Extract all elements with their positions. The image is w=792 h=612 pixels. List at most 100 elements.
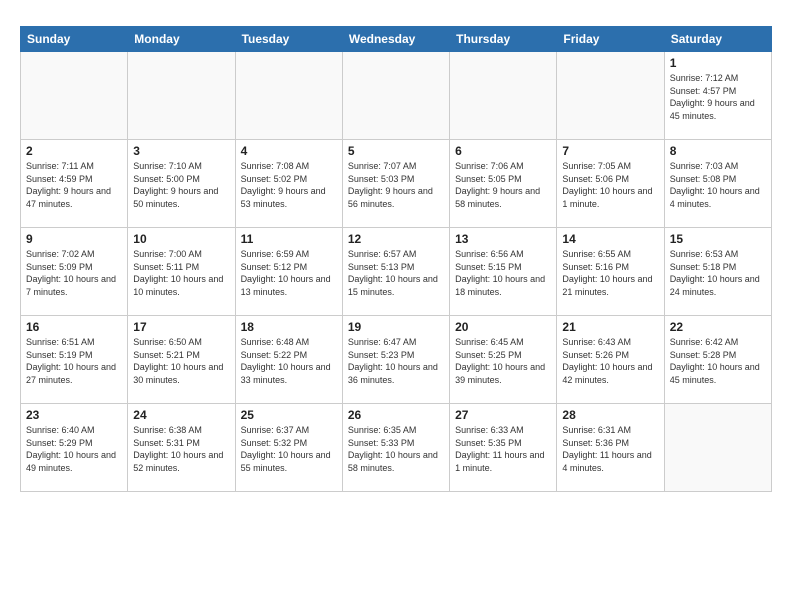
day-info: Sunrise: 6:37 AM Sunset: 5:32 PM Dayligh… bbox=[241, 424, 337, 474]
day-info: Sunrise: 6:56 AM Sunset: 5:15 PM Dayligh… bbox=[455, 248, 551, 298]
calendar-cell: 18 Sunrise: 6:48 AM Sunset: 5:22 PM Dayli… bbox=[235, 316, 342, 404]
day-info: Sunrise: 7:05 AM Sunset: 5:06 PM Dayligh… bbox=[562, 160, 658, 210]
day-number: 27 bbox=[455, 408, 551, 422]
day-info: Sunrise: 6:38 AM Sunset: 5:31 PM Dayligh… bbox=[133, 424, 229, 474]
calendar-cell: 6 Sunrise: 7:06 AM Sunset: 5:05 PM Daylig… bbox=[450, 140, 557, 228]
day-info: Sunrise: 6:57 AM Sunset: 5:13 PM Dayligh… bbox=[348, 248, 444, 298]
day-number: 18 bbox=[241, 320, 337, 334]
day-info: Sunrise: 6:55 AM Sunset: 5:16 PM Dayligh… bbox=[562, 248, 658, 298]
day-info: Sunrise: 7:00 AM Sunset: 5:11 PM Dayligh… bbox=[133, 248, 229, 298]
weekday-header-thursday: Thursday bbox=[450, 27, 557, 52]
day-info: Sunrise: 7:03 AM Sunset: 5:08 PM Dayligh… bbox=[670, 160, 766, 210]
day-number: 12 bbox=[348, 232, 444, 246]
calendar-cell: 11Sunrise: 6:59 AM Sunset: 5:12 PM Dayli… bbox=[235, 228, 342, 316]
calendar-cell: 9 Sunrise: 7:02 AM Sunset: 5:09 PM Daylig… bbox=[21, 228, 128, 316]
calendar-cell: 12 Sunrise: 6:57 AM Sunset: 5:13 PM Dayli… bbox=[342, 228, 449, 316]
day-number: 24 bbox=[133, 408, 229, 422]
week-row-2: 9 Sunrise: 7:02 AM Sunset: 5:09 PM Daylig… bbox=[21, 228, 772, 316]
day-number: 10 bbox=[133, 232, 229, 246]
calendar-cell: 20 Sunrise: 6:45 AM Sunset: 5:25 PM Dayli… bbox=[450, 316, 557, 404]
calendar-cell: 26 Sunrise: 6:35 AM Sunset: 5:33 PM Dayli… bbox=[342, 404, 449, 492]
calendar-cell: 22 Sunrise: 6:42 AM Sunset: 5:28 PM Dayli… bbox=[664, 316, 771, 404]
calendar-cell bbox=[21, 52, 128, 140]
week-row-4: 23 Sunrise: 6:40 AM Sunset: 5:29 PM Dayli… bbox=[21, 404, 772, 492]
calendar-cell: 13 Sunrise: 6:56 AM Sunset: 5:15 PM Dayli… bbox=[450, 228, 557, 316]
day-info: Sunrise: 6:53 AM Sunset: 5:18 PM Dayligh… bbox=[670, 248, 766, 298]
day-info: Sunrise: 6:47 AM Sunset: 5:23 PM Dayligh… bbox=[348, 336, 444, 386]
calendar-cell: 27 Sunrise: 6:33 AM Sunset: 5:35 PM Dayli… bbox=[450, 404, 557, 492]
day-number: 23 bbox=[26, 408, 122, 422]
day-number: 16 bbox=[26, 320, 122, 334]
calendar-cell: 17 Sunrise: 6:50 AM Sunset: 5:21 PM Dayli… bbox=[128, 316, 235, 404]
calendar-cell: 5 Sunrise: 7:07 AM Sunset: 5:03 PM Daylig… bbox=[342, 140, 449, 228]
day-number: 14 bbox=[562, 232, 658, 246]
weekday-header-friday: Friday bbox=[557, 27, 664, 52]
day-number: 15 bbox=[670, 232, 766, 246]
day-number: 20 bbox=[455, 320, 551, 334]
day-info: Sunrise: 6:31 AM Sunset: 5:36 PM Dayligh… bbox=[562, 424, 658, 474]
day-number: 4 bbox=[241, 144, 337, 158]
calendar-cell: 4 Sunrise: 7:08 AM Sunset: 5:02 PM Daylig… bbox=[235, 140, 342, 228]
day-info: Sunrise: 6:45 AM Sunset: 5:25 PM Dayligh… bbox=[455, 336, 551, 386]
calendar-cell bbox=[557, 52, 664, 140]
calendar-cell bbox=[664, 404, 771, 492]
calendar-cell: 10 Sunrise: 7:00 AM Sunset: 5:11 PM Dayli… bbox=[128, 228, 235, 316]
day-info: Sunrise: 6:51 AM Sunset: 5:19 PM Dayligh… bbox=[26, 336, 122, 386]
week-row-1: 2 Sunrise: 7:11 AM Sunset: 4:59 PM Daylig… bbox=[21, 140, 772, 228]
day-info: Sunrise: 7:12 AM Sunset: 4:57 PM Dayligh… bbox=[670, 72, 766, 122]
weekday-header-monday: Monday bbox=[128, 27, 235, 52]
calendar-cell: 7 Sunrise: 7:05 AM Sunset: 5:06 PM Daylig… bbox=[557, 140, 664, 228]
calendar-cell bbox=[235, 52, 342, 140]
weekday-header-wednesday: Wednesday bbox=[342, 27, 449, 52]
day-number: 6 bbox=[455, 144, 551, 158]
day-info: Sunrise: 6:48 AM Sunset: 5:22 PM Dayligh… bbox=[241, 336, 337, 386]
calendar-cell: 3 Sunrise: 7:10 AM Sunset: 5:00 PM Daylig… bbox=[128, 140, 235, 228]
calendar-cell: 21Sunrise: 6:43 AM Sunset: 5:26 PM Dayli… bbox=[557, 316, 664, 404]
day-info: Sunrise: 6:59 AM Sunset: 5:12 PM Dayligh… bbox=[241, 248, 337, 298]
day-number: 1 bbox=[670, 56, 766, 70]
day-info: Sunrise: 6:35 AM Sunset: 5:33 PM Dayligh… bbox=[348, 424, 444, 474]
day-number: 26 bbox=[348, 408, 444, 422]
calendar-cell: 8 Sunrise: 7:03 AM Sunset: 5:08 PM Daylig… bbox=[664, 140, 771, 228]
day-info: Sunrise: 7:02 AM Sunset: 5:09 PM Dayligh… bbox=[26, 248, 122, 298]
day-info: Sunrise: 7:07 AM Sunset: 5:03 PM Dayligh… bbox=[348, 160, 444, 210]
day-number: 17 bbox=[133, 320, 229, 334]
day-info: Sunrise: 7:06 AM Sunset: 5:05 PM Dayligh… bbox=[455, 160, 551, 210]
day-number: 2 bbox=[26, 144, 122, 158]
header: General Blue bbox=[20, 16, 772, 18]
day-number: 3 bbox=[133, 144, 229, 158]
weekday-header-sunday: Sunday bbox=[21, 27, 128, 52]
day-number: 19 bbox=[348, 320, 444, 334]
calendar-cell bbox=[128, 52, 235, 140]
day-number: 13 bbox=[455, 232, 551, 246]
week-row-0: 1 Sunrise: 7:12 AM Sunset: 4:57 PM Daylig… bbox=[21, 52, 772, 140]
calendar-cell: 23 Sunrise: 6:40 AM Sunset: 5:29 PM Dayli… bbox=[21, 404, 128, 492]
calendar-cell bbox=[450, 52, 557, 140]
week-row-3: 16 Sunrise: 6:51 AM Sunset: 5:19 PM Dayli… bbox=[21, 316, 772, 404]
day-info: Sunrise: 6:40 AM Sunset: 5:29 PM Dayligh… bbox=[26, 424, 122, 474]
day-number: 28 bbox=[562, 408, 658, 422]
calendar-cell: 1 Sunrise: 7:12 AM Sunset: 4:57 PM Daylig… bbox=[664, 52, 771, 140]
calendar-cell: 15 Sunrise: 6:53 AM Sunset: 5:18 PM Dayli… bbox=[664, 228, 771, 316]
calendar-cell: 28 Sunrise: 6:31 AM Sunset: 5:36 PM Dayli… bbox=[557, 404, 664, 492]
day-number: 9 bbox=[26, 232, 122, 246]
day-info: Sunrise: 6:33 AM Sunset: 5:35 PM Dayligh… bbox=[455, 424, 551, 474]
page: General Blue SundayMondayTuesdayWednesda… bbox=[0, 0, 792, 508]
day-number: 5 bbox=[348, 144, 444, 158]
day-number: 25 bbox=[241, 408, 337, 422]
calendar-cell: 2 Sunrise: 7:11 AM Sunset: 4:59 PM Daylig… bbox=[21, 140, 128, 228]
day-number: 8 bbox=[670, 144, 766, 158]
calendar-cell bbox=[342, 52, 449, 140]
weekday-header-tuesday: Tuesday bbox=[235, 27, 342, 52]
day-info: Sunrise: 6:42 AM Sunset: 5:28 PM Dayligh… bbox=[670, 336, 766, 386]
calendar-cell: 24 Sunrise: 6:38 AM Sunset: 5:31 PM Dayli… bbox=[128, 404, 235, 492]
day-info: Sunrise: 6:50 AM Sunset: 5:21 PM Dayligh… bbox=[133, 336, 229, 386]
day-info: Sunrise: 7:08 AM Sunset: 5:02 PM Dayligh… bbox=[241, 160, 337, 210]
day-info: Sunrise: 7:11 AM Sunset: 4:59 PM Dayligh… bbox=[26, 160, 122, 210]
day-number: 7 bbox=[562, 144, 658, 158]
calendar: SundayMondayTuesdayWednesdayThursdayFrid… bbox=[20, 26, 772, 492]
calendar-cell: 25 Sunrise: 6:37 AM Sunset: 5:32 PM Dayli… bbox=[235, 404, 342, 492]
day-number: 22 bbox=[670, 320, 766, 334]
weekday-header-saturday: Saturday bbox=[664, 27, 771, 52]
day-info: Sunrise: 7:10 AM Sunset: 5:00 PM Dayligh… bbox=[133, 160, 229, 210]
